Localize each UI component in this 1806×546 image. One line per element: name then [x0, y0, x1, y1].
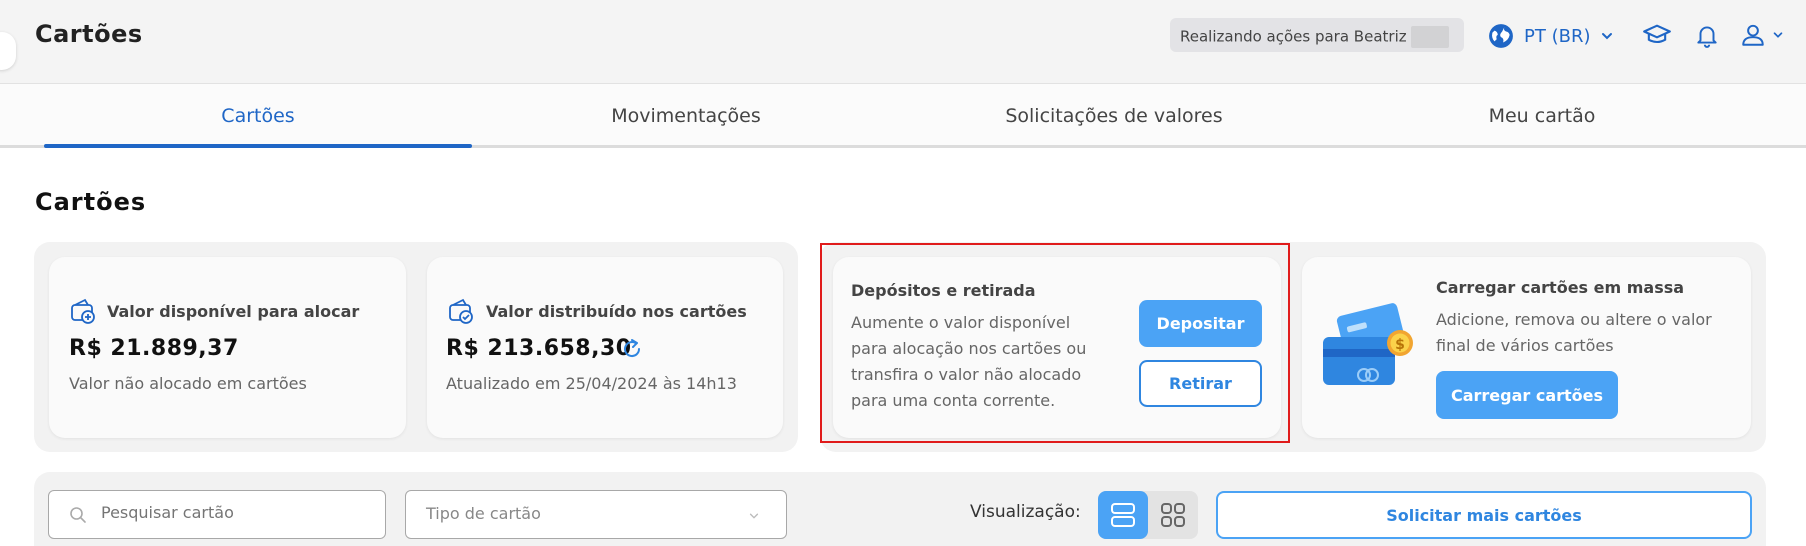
- search-icon: [70, 507, 86, 523]
- chevron-down-icon: [1602, 33, 1613, 40]
- chevron-down-icon: [1773, 32, 1783, 38]
- bulk-load-description-line: Adicione, remova ou altere o valor: [1436, 310, 1712, 329]
- bulk-load-title: Carregar cartões em massa: [1436, 278, 1685, 297]
- user-menu[interactable]: [1740, 20, 1790, 50]
- top-header: Cartões Realizando ações para Beatriz PT…: [0, 0, 1806, 84]
- chevron-down-icon: [749, 513, 759, 519]
- bulk-load-card: $ Carregar cartões em massa Adicione, re…: [1302, 257, 1751, 438]
- wallet-check-icon: [449, 298, 473, 324]
- bell-icon[interactable]: [1692, 20, 1722, 50]
- tab-solicitacoes[interactable]: Solicitações de valores: [900, 84, 1328, 148]
- distributed-balance-card: Valor distribuído nos cartões R$ 213.658…: [427, 257, 783, 438]
- distributed-balance-label: Valor distribuído nos cartões: [486, 302, 747, 321]
- card-type-select[interactable]: Tipo de cartão: [405, 490, 787, 539]
- card-type-placeholder: Tipo de cartão: [426, 504, 541, 523]
- grid-view-button[interactable]: [1148, 491, 1198, 539]
- bulk-load-description: Adicione, remova ou altere o valor final…: [1436, 307, 1712, 359]
- search-input[interactable]: [101, 503, 321, 522]
- tab-movimentacoes[interactable]: Movimentações: [472, 84, 900, 148]
- available-balance-note: Valor não alocado em cartões: [69, 374, 307, 393]
- impersonation-badge: Realizando ações para Beatriz: [1170, 18, 1464, 52]
- page-title: Cartões: [35, 20, 143, 48]
- redacted-name: [1410, 26, 1449, 48]
- search-field[interactable]: [48, 490, 386, 539]
- tab-cartoes[interactable]: Cartões: [44, 84, 472, 148]
- grid-view-icon: [1161, 503, 1185, 527]
- list-view-icon: [1111, 503, 1135, 527]
- request-more-cards-button[interactable]: Solicitar mais cartões: [1216, 491, 1752, 539]
- impersonation-text: Realizando ações para Beatriz: [1180, 27, 1407, 46]
- refresh-icon[interactable]: [620, 337, 644, 361]
- svg-text:$: $: [1395, 337, 1405, 353]
- bulk-load-button[interactable]: Carregar cartões: [1436, 371, 1618, 419]
- list-view-button[interactable]: [1098, 491, 1148, 539]
- distributed-balance-note: Atualizado em 25/04/2024 às 14h13: [446, 374, 737, 393]
- available-balance-card: Valor disponível para alocar R$ 21.889,3…: [49, 257, 406, 438]
- view-mode-toggle: [1098, 491, 1198, 539]
- language-label: PT (BR): [1524, 25, 1591, 47]
- section-title: Cartões: [35, 188, 147, 216]
- wallet-plus-icon: [71, 298, 95, 324]
- active-tab-indicator: [44, 144, 472, 148]
- graduation-cap-icon[interactable]: [1642, 20, 1672, 50]
- sidebar-toggle[interactable]: [0, 32, 16, 70]
- available-balance-value: R$ 21.889,37: [69, 336, 239, 361]
- view-mode-label: Visualização:: [970, 502, 1081, 522]
- globe-icon: [1489, 24, 1513, 48]
- user-icon: [1742, 24, 1764, 46]
- bulk-load-description-line: final de vários cartões: [1436, 336, 1614, 355]
- tab-meu-cartao[interactable]: Meu cartão: [1328, 84, 1756, 148]
- distributed-balance-value: R$ 213.658,30: [446, 336, 632, 361]
- credit-cards-icon: $: [1323, 303, 1413, 385]
- available-balance-label: Valor disponível para alocar: [107, 302, 360, 321]
- highlight-box: [820, 243, 1290, 443]
- tab-bar: Cartões Movimentações Solicitações de va…: [0, 84, 1806, 148]
- language-selector[interactable]: PT (BR): [1488, 20, 1614, 52]
